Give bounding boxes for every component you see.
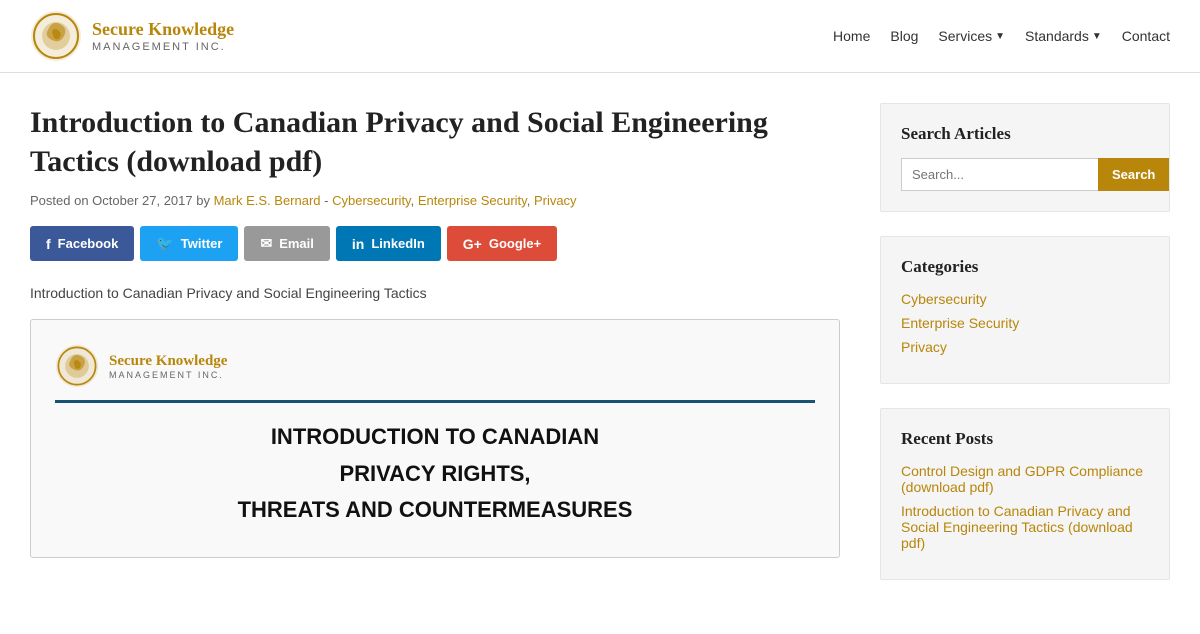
logo-name: Secure Knowledge <box>92 19 234 41</box>
category-cybersecurity[interactable]: Cybersecurity <box>332 193 411 208</box>
categories-section: Categories Cybersecurity Enterprise Secu… <box>880 236 1170 384</box>
email-label: Email <box>279 236 314 251</box>
nav-home[interactable]: Home <box>833 28 870 44</box>
pdf-logo-sub: MANAGEMENT INC. <box>109 370 227 380</box>
twitter-label: Twitter <box>181 236 223 251</box>
category-enterprise-security[interactable]: Enterprise Security <box>418 193 527 208</box>
pdf-title-line2: PRIVACY RIGHTS, <box>339 460 530 489</box>
pdf-logo-area: Secure Knowledge MANAGEMENT INC. <box>55 344 227 388</box>
main-nav: Home Blog Services ▼ Standards ▼ Contact <box>833 28 1170 44</box>
email-icon: ✉ <box>260 235 272 252</box>
nav-standards[interactable]: Standards ▼ <box>1025 28 1102 44</box>
pdf-logo-icon <box>55 344 99 388</box>
pdf-logo-name: Secure Knowledge <box>109 352 227 370</box>
share-email[interactable]: ✉ Email <box>244 226 329 261</box>
pdf-divider <box>55 400 815 403</box>
author-link[interactable]: Mark E.S. Bernard <box>214 193 321 208</box>
facebook-label: Facebook <box>58 236 119 251</box>
search-section: Search Articles Search <box>880 103 1170 212</box>
standards-dropdown-arrow: ▼ <box>1092 31 1102 42</box>
recent-post-2[interactable]: Introduction to Canadian Privacy and Soc… <box>901 503 1149 551</box>
recent-posts-section: Recent Posts Control Design and GDPR Com… <box>880 408 1170 580</box>
search-row: Search <box>901 158 1149 191</box>
category-link-enterprise-security[interactable]: Enterprise Security <box>901 315 1149 331</box>
categories-title: Categories <box>901 257 1149 277</box>
recent-posts-title: Recent Posts <box>901 429 1149 449</box>
article-intro: Introduction to Canadian Privacy and Soc… <box>30 285 840 301</box>
site-header: Secure Knowledge MANAGEMENT INC. Home Bl… <box>0 0 1200 73</box>
pdf-preview: Secure Knowledge MANAGEMENT INC. INTRODU… <box>30 319 840 558</box>
googleplus-label: Google+ <box>489 236 541 251</box>
nav-contact[interactable]: Contact <box>1122 28 1170 44</box>
twitter-icon: 🐦 <box>156 235 173 252</box>
meta-prefix: Posted on October 27, 2017 by <box>30 193 210 208</box>
facebook-icon: f <box>46 236 51 252</box>
search-section-title: Search Articles <box>901 124 1149 144</box>
share-twitter[interactable]: 🐦 Twitter <box>140 226 238 261</box>
linkedin-icon: in <box>352 236 364 252</box>
googleplus-icon: G+ <box>463 236 482 252</box>
services-dropdown-arrow: ▼ <box>995 31 1005 42</box>
pdf-logo-text: Secure Knowledge MANAGEMENT INC. <box>109 352 227 380</box>
nav-blog[interactable]: Blog <box>890 28 918 44</box>
share-googleplus[interactable]: G+ Google+ <box>447 226 557 261</box>
article-meta: Posted on October 27, 2017 by Mark E.S. … <box>30 193 840 208</box>
linkedin-label: LinkedIn <box>371 236 424 251</box>
recent-post-1[interactable]: Control Design and GDPR Compliance (down… <box>901 463 1149 495</box>
search-input[interactable] <box>901 158 1098 191</box>
share-buttons: f Facebook 🐦 Twitter ✉ Email in LinkedIn… <box>30 226 840 261</box>
logo-text: Secure Knowledge MANAGEMENT INC. <box>92 19 234 53</box>
logo-sub: MANAGEMENT INC. <box>92 41 234 53</box>
main-container: Introduction to Canadian Privacy and Soc… <box>10 103 1190 604</box>
search-button[interactable]: Search <box>1098 158 1169 191</box>
category-privacy[interactable]: Privacy <box>534 193 577 208</box>
content-area: Introduction to Canadian Privacy and Soc… <box>30 103 840 604</box>
logo-icon <box>30 10 82 62</box>
category-link-privacy[interactable]: Privacy <box>901 339 1149 355</box>
category-link-cybersecurity[interactable]: Cybersecurity <box>901 291 1149 307</box>
pdf-title-line3: THREATS AND COUNTERMEASURES <box>238 496 633 525</box>
pdf-title-line1: INTRODUCTION TO CANADIAN <box>271 423 599 452</box>
logo[interactable]: Secure Knowledge MANAGEMENT INC. <box>30 10 234 62</box>
share-facebook[interactable]: f Facebook <box>30 226 134 261</box>
sidebar: Search Articles Search Categories Cybers… <box>880 103 1170 604</box>
article-title: Introduction to Canadian Privacy and Soc… <box>30 103 840 181</box>
nav-services[interactable]: Services ▼ <box>938 28 1005 44</box>
share-linkedin[interactable]: in LinkedIn <box>336 226 441 261</box>
